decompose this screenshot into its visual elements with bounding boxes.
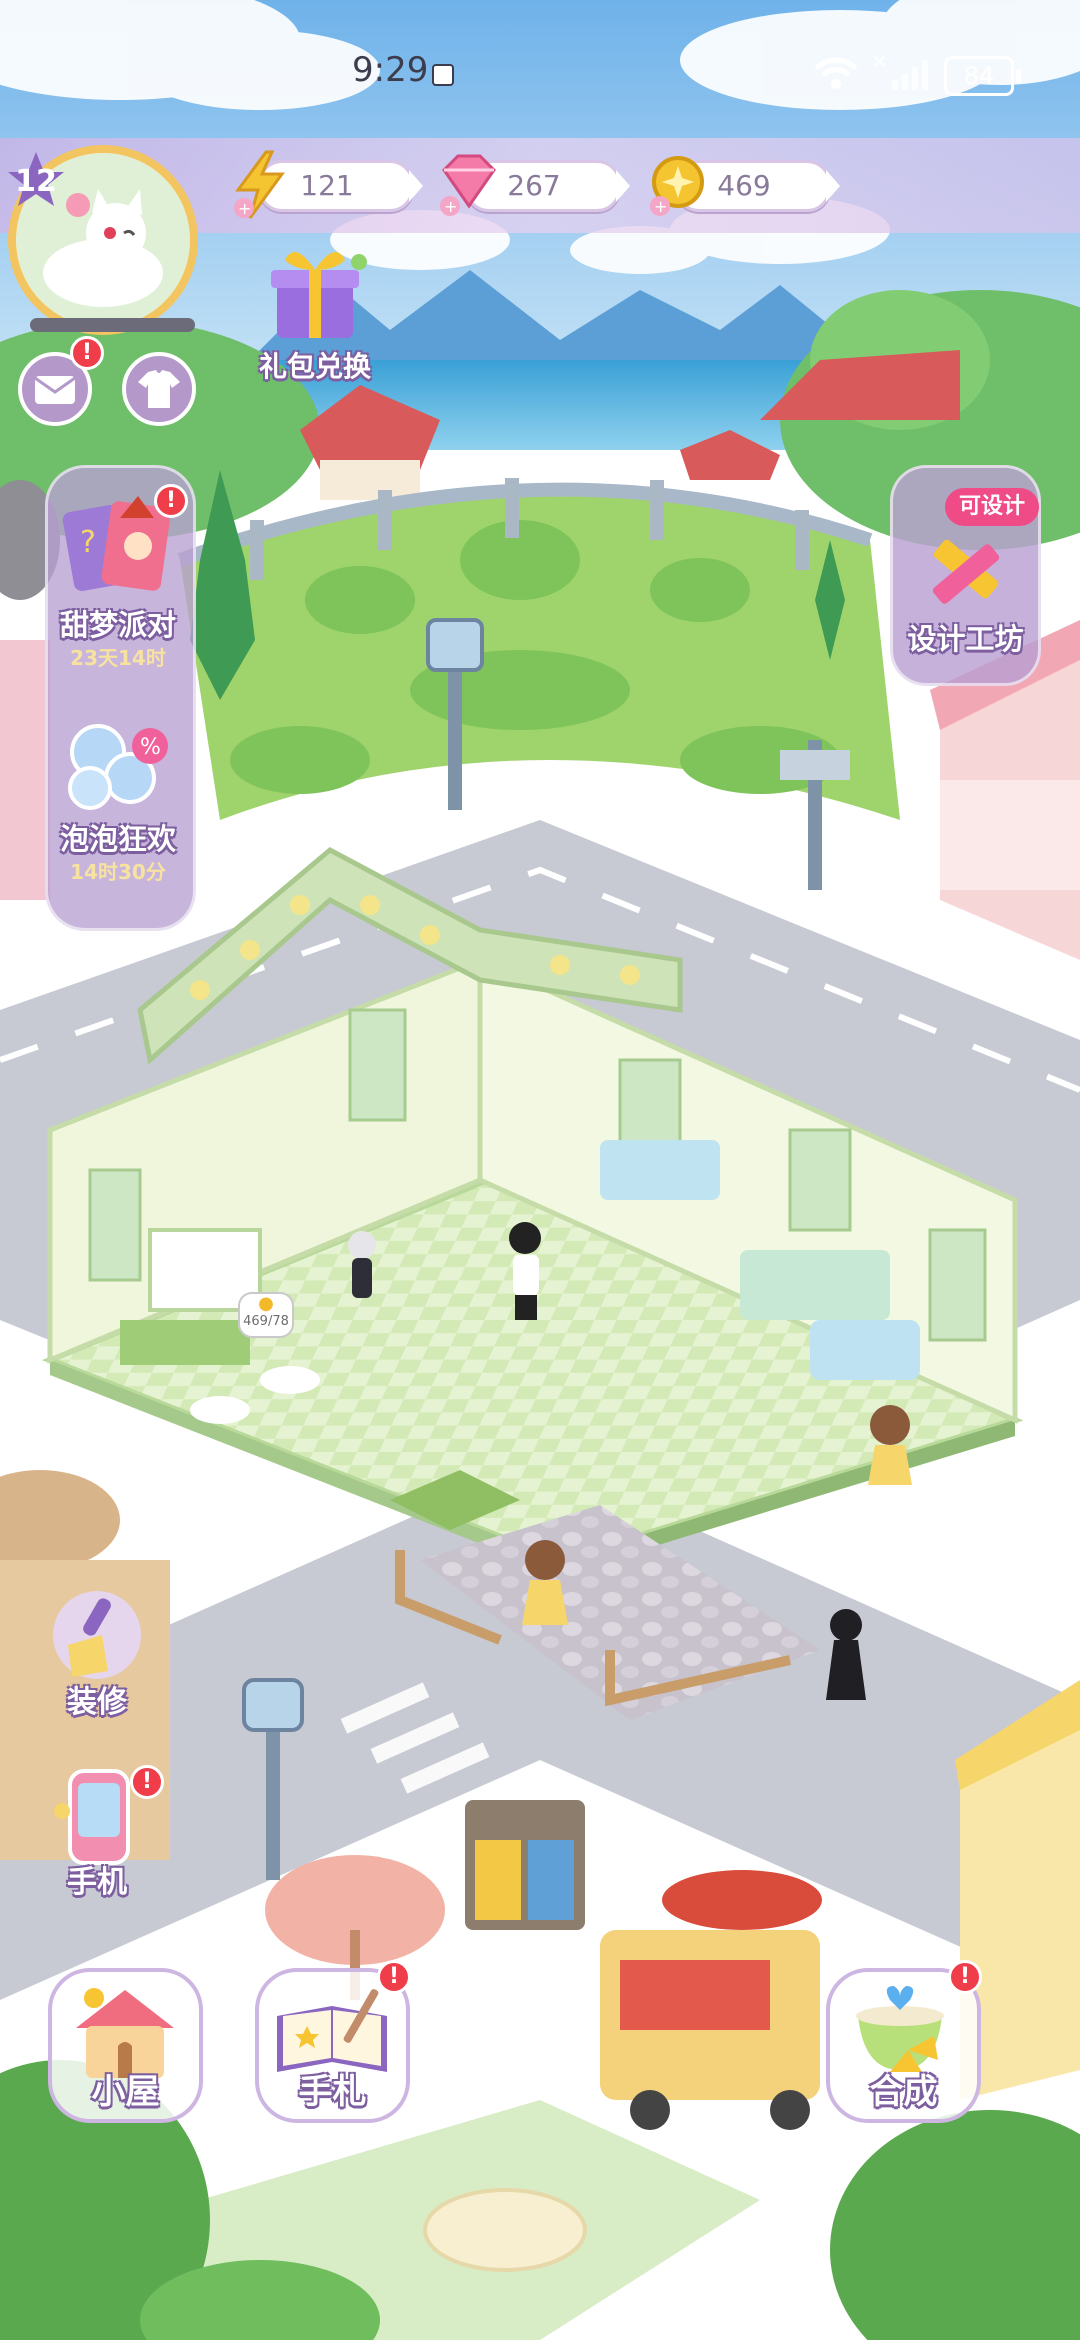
event-timer: 23天14时 — [70, 646, 166, 670]
xp-bar — [30, 318, 195, 332]
phone-label: 手机 — [67, 1865, 127, 1900]
phone-button[interactable]: ! 手机 — [42, 1765, 164, 1900]
svg-text:✕: ✕ — [872, 52, 887, 73]
svg-text:+: + — [238, 199, 251, 218]
event-bubble-carnival[interactable]: % 泡泡狂欢 14时30分 — [48, 708, 188, 898]
gift-box-icon — [271, 252, 367, 338]
signal-icon: ✕ — [872, 52, 928, 90]
decorate-label: 装修 — [67, 1685, 127, 1720]
handbook-label: 手札 — [298, 2072, 367, 2112]
wardrobe-button[interactable] — [122, 352, 196, 426]
npc-butler — [348, 1231, 376, 1298]
event-timer: 14时30分 — [70, 860, 166, 884]
brush-icon — [53, 1591, 141, 1679]
status-bar: 9:29 ✕ 84 — [0, 0, 1080, 140]
wifi-icon — [814, 57, 858, 89]
workshop-label: 设计工坊 — [907, 622, 1024, 656]
handbook-button[interactable]: ! 手札 — [255, 1960, 411, 2123]
diamond-icon: + — [440, 154, 496, 216]
shirt-icon — [138, 370, 180, 408]
bubbles-icon: % — [68, 724, 168, 810]
gift-exchange-button[interactable]: 礼包兑换 — [245, 240, 385, 390]
event-label: 泡泡狂欢 — [59, 822, 176, 856]
gift-exchange-label: 礼包兑换 — [258, 350, 371, 383]
income-value: 469/78 — [243, 1314, 289, 1329]
pencil-ruler-icon — [932, 539, 1000, 604]
decorate-button[interactable]: 装修 — [42, 1585, 152, 1720]
merge-button[interactable]: ! 合成 — [826, 1960, 982, 2123]
merge-label: 合成 — [869, 2072, 938, 2112]
svg-text:+: + — [444, 197, 457, 216]
svg-text:%: % — [140, 735, 161, 760]
lightning-icon: + — [234, 150, 285, 219]
mail-alert-badge: ! — [70, 336, 104, 370]
level-badge: 12 — [6, 150, 66, 210]
house-label: 小屋 — [91, 2072, 160, 2112]
handbook-alert-badge: ! — [377, 1960, 411, 1994]
income-bubble[interactable]: ● 469/78 — [238, 1292, 294, 1338]
status-time: 9:29 — [352, 50, 429, 90]
coin-icon: + — [650, 156, 704, 216]
event-label: 甜梦派对 — [59, 608, 176, 642]
notification-icon — [432, 64, 454, 86]
event-alert-badge: ! — [154, 484, 188, 518]
phone-alert-badge: ! — [130, 1765, 164, 1799]
svg-text:+: + — [654, 197, 667, 216]
can-design-tag: 可设计 — [945, 488, 1040, 526]
player-level: 12 — [15, 164, 57, 199]
house-button[interactable]: 小屋 — [48, 1968, 203, 2123]
event-sweet-dream-party[interactable]: ? ! 甜梦派对 23天14时 — [48, 484, 188, 680]
battery-indicator: 84 — [944, 56, 1021, 96]
svg-text:?: ? — [80, 525, 96, 560]
merge-alert-badge: ! — [948, 1960, 982, 1994]
